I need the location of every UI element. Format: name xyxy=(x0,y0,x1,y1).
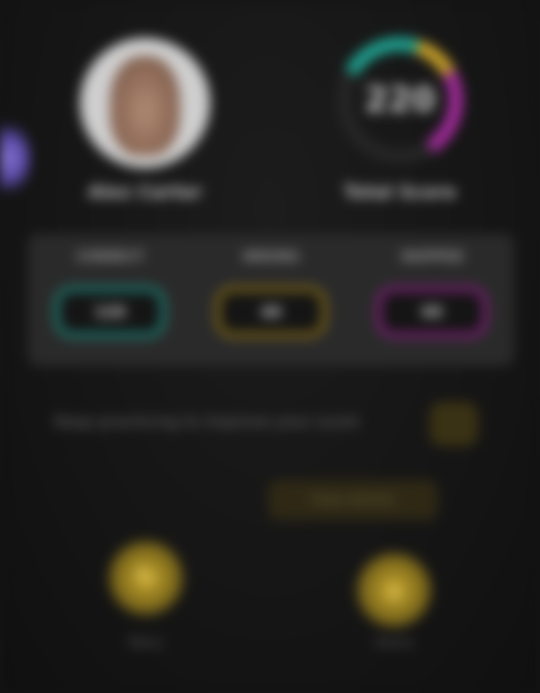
stat-correct: CORRECT 120 xyxy=(40,234,180,366)
stat-skipped: SKIPPED 60 xyxy=(362,234,502,366)
stat-pill: 40 xyxy=(215,286,327,338)
score-ring: 220 xyxy=(330,30,470,170)
stat-label: SKIPPED xyxy=(400,250,464,265)
user-photo-icon xyxy=(110,56,180,156)
view-details-label: View details xyxy=(310,492,396,508)
stat-value: 60 xyxy=(421,303,443,321)
stat-pill: 120 xyxy=(54,286,166,338)
stat-pill: 60 xyxy=(376,286,488,338)
score-label: Total Score xyxy=(343,182,457,203)
home-button[interactable]: ⌂ xyxy=(356,552,432,628)
stat-label: WRONG xyxy=(242,250,300,265)
avatar xyxy=(80,38,210,168)
retry-label: Retry xyxy=(128,636,164,651)
stat-value: 40 xyxy=(260,303,282,321)
score-value: 220 xyxy=(364,80,436,120)
stat-wrong: WRONG 40 xyxy=(201,234,341,366)
stat-value: 120 xyxy=(94,303,126,321)
stat-label: CORRECT xyxy=(76,250,144,265)
refresh-icon: ↻ xyxy=(135,563,157,593)
player-name: Alex Carter xyxy=(87,182,203,203)
home-label: Home xyxy=(374,636,414,651)
view-details-button[interactable]: View details xyxy=(268,480,438,520)
retry-button[interactable]: ↻ xyxy=(108,540,184,616)
progress-message: Keep practicing to improve your score xyxy=(54,412,360,431)
side-glow-decoration xyxy=(0,118,30,198)
home-icon: ⌂ xyxy=(385,575,403,605)
badge-icon xyxy=(430,402,478,446)
stats-panel: CORRECT 120 WRONG 40 SKIPPED 60 xyxy=(28,234,514,366)
result-screen: Alex Carter 220 Total Score CORRECT 120 … xyxy=(0,0,540,693)
